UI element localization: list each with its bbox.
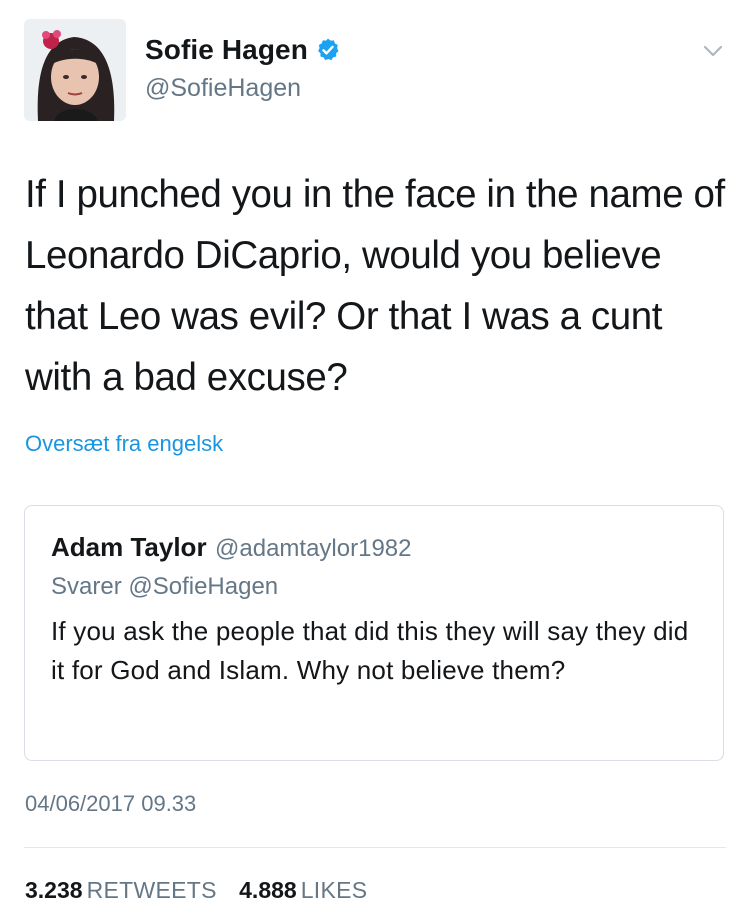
author-avatar-image (24, 19, 126, 121)
chevron-down-icon[interactable] (702, 40, 724, 62)
quoted-author-handle: @adamtaylor1982 (215, 535, 412, 562)
quoted-tweet-card[interactable]: Adam Taylor @adamtaylor1982 Svarer @Sofi… (24, 505, 724, 761)
author-name-row: Sofie Hagen (145, 34, 341, 66)
retweets-count[interactable]: 3.238 (25, 877, 83, 903)
likes-label[interactable]: LIKES (301, 877, 368, 903)
stats-divider (24, 847, 726, 848)
quoted-reply-line: Svarer @SofieHagen (51, 573, 279, 600)
author-display-name[interactable]: Sofie Hagen (145, 34, 308, 66)
quoted-author-name: Adam Taylor (51, 532, 207, 562)
quoted-tweet-header: Adam Taylor @adamtaylor1982 (51, 532, 412, 563)
tweet-timestamp: 04/06/2017 09.33 (25, 791, 197, 816)
verified-badge-icon (315, 37, 341, 63)
likes-count[interactable]: 4.888 (239, 877, 297, 903)
tweet-stats: 3.238 RETWEETS 4.888 LIKES (25, 877, 383, 904)
author-handle[interactable]: @SofieHagen (145, 74, 301, 103)
author-avatar[interactable] (24, 19, 126, 121)
translate-link[interactable]: Oversæt fra engelsk (25, 431, 223, 457)
quoted-tweet-text: If you ask the people that did this they… (51, 616, 689, 685)
tweet-text: If I punched you in the face in the name… (25, 173, 725, 399)
retweets-label[interactable]: RETWEETS (87, 877, 217, 903)
